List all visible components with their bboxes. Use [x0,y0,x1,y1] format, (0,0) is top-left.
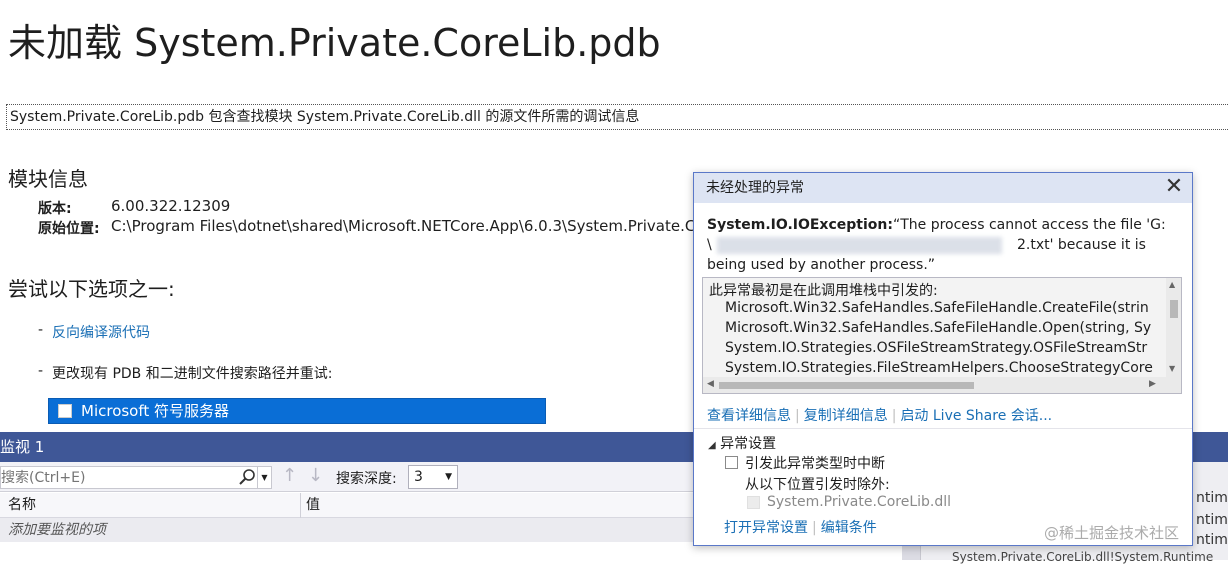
scroll-left-icon[interactable]: ◀ [707,379,714,389]
column-value[interactable]: 值 [306,493,320,517]
break-on-throw-checkbox[interactable] [725,456,738,469]
symbol-server-label: Microsoft 符号服务器 [81,402,230,420]
collapse-triangle-icon: ◢ [708,440,716,451]
horizontal-scrollbar[interactable]: ◀ ▶ [703,377,1181,393]
scroll-right-icon[interactable]: ▶ [1149,379,1156,389]
search-previous-icon[interactable]: ↑ [282,465,297,486]
search-icon[interactable] [236,467,258,488]
scroll-thumb[interactable] [719,382,974,389]
pdb-description: System.Private.CoreLib.pdb 包含查找模块 System… [6,104,1228,130]
scroll-down-icon[interactable]: ▼ [1169,364,1175,373]
scroll-thumb[interactable] [1170,300,1178,318]
symbol-server-item[interactable]: Microsoft 符号服务器 [48,398,546,424]
except-module-label: System.Private.CoreLib.dll [767,494,952,510]
stack-frame[interactable]: Microsoft.Win32.SafeHandles.SafeFileHand… [725,300,1149,316]
location-value: C:\Program Files\dotnet\shared\Microsoft… [111,217,705,235]
search-depth-value: 3 [414,469,423,485]
stack-frame[interactable]: System.IO.Strategies.FileStreamHelpers.C… [725,360,1153,376]
exception-type: System.IO.IOException: [707,217,893,233]
exception-settings-toggle[interactable]: ◢ 异常设置 [708,433,776,453]
watermark: @稀土掘金技术社区 [1044,524,1180,542]
break-on-throw-label: 引发此异常类型时中断 [745,456,885,472]
live-share-link[interactable]: 启动 Live Share 会话... [900,408,1052,424]
search-next-icon[interactable]: ↓ [308,465,323,486]
page-title: 未加载 System.Private.CoreLib.pdb [8,21,661,65]
call-stack-list[interactable]: 此异常最初是在此调用堆栈中引发的: Microsoft.Win32.SafeHa… [702,277,1182,394]
stack-heading: 此异常最初是在此调用堆栈中引发的: [709,283,938,299]
redacted-path [717,237,1002,254]
exception-text-3: being used by another process.” [707,257,936,273]
version-label: 版本: [38,201,72,217]
except-when-label: 从以下位置引发时除外: [745,477,890,493]
column-name[interactable]: 名称 [8,493,36,517]
view-details-link[interactable]: 查看详细信息 [707,408,791,424]
watch-search-input[interactable] [0,466,258,489]
call-stack-text: ntime [1196,490,1228,506]
vertical-scrollbar[interactable]: ▲ ▼ [1166,278,1181,378]
exception-text-2b: 2.txt' because it is [1017,237,1146,253]
module-info-heading: 模块信息 [8,167,88,191]
exception-text-1: “The process cannot access the file 'G: [892,217,1166,233]
decompile-source-link[interactable]: 反向编译源代码 [52,322,150,342]
search-depth-select[interactable]: 3 ▼ [408,465,458,489]
try-options-heading: 尝试以下选项之一: [8,277,175,301]
bullet: - [38,363,44,379]
open-exception-settings-link[interactable]: 打开异常设置 [724,520,808,536]
exception-text-2a: \ [707,237,712,253]
close-icon[interactable]: ✕ [1162,175,1186,199]
exception-settings-heading: 异常设置 [720,436,777,452]
stack-frame[interactable]: Microsoft.Win32.SafeHandles.SafeFileHand… [725,320,1151,336]
call-stack-frame: System.Private.CoreLib.dll!System.Runtim… [952,550,1214,564]
search-depth-label: 搜索深度: [336,471,397,487]
call-stack-text: ntime [1196,532,1228,548]
location-label: 原始位置: [38,221,100,237]
exception-popup: 未经处理的异常 ✕ System.IO.IOException:“The pro… [693,172,1193,546]
edit-conditions-link[interactable]: 编辑条件 [821,520,877,536]
change-path-text: 更改现有 PDB 和二进制文件搜索路径并重试: [52,366,333,382]
symbol-server-checkbox[interactable] [58,404,72,418]
bullet: - [38,322,44,338]
divider [694,428,1192,429]
stack-frame[interactable]: System.IO.Strategies.OSFileStreamStrateg… [725,340,1147,356]
copy-details-link[interactable]: 复制详细信息 [804,408,888,424]
exception-message: System.IO.IOException:“The process canno… [707,215,1177,275]
except-module-checkbox[interactable] [747,496,760,509]
version-value: 6.00.322.12309 [111,197,231,215]
search-options-dropdown[interactable]: ▼ [258,466,272,489]
exception-settings-links: 打开异常设置 | 编辑条件 [724,520,877,536]
call-stack-text: ntime [1196,512,1228,528]
exception-actions: 查看详细信息 | 复制详细信息 | 启动 Live Share 会话... [707,408,1053,424]
scroll-up-icon[interactable]: ▲ [1169,280,1175,289]
popup-title: 未经处理的异常 [694,173,1192,203]
chevron-down-icon: ▼ [445,472,452,482]
